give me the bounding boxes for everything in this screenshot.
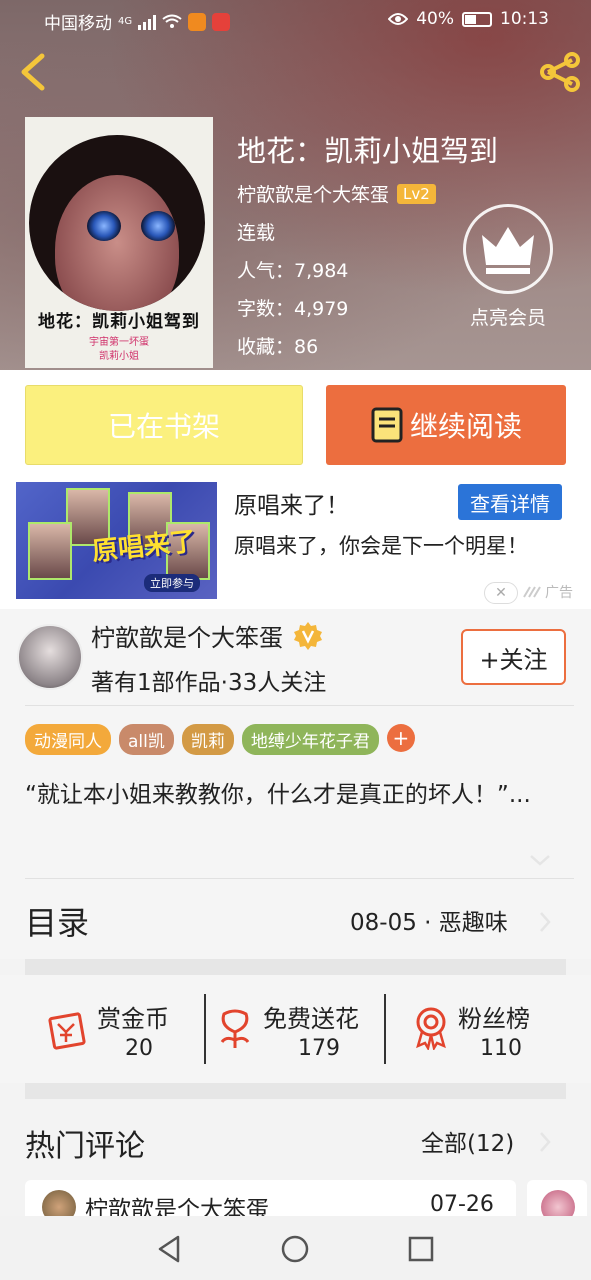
level-badge: Lv2 <box>397 183 436 204</box>
verified-v-icon <box>294 621 322 650</box>
free-flower-value: 179 <box>298 1036 340 1061</box>
book-word-count: 字数：4,979 <box>237 298 349 320</box>
comment-date: 07-26 <box>430 1192 494 1217</box>
ad-title[interactable]: 原唱来了！ <box>234 486 349 520</box>
nav-back-icon[interactable] <box>152 1232 186 1266</box>
divider <box>204 994 206 1064</box>
fan-rank-label[interactable]: 粉丝榜 <box>458 999 530 1034</box>
author-name[interactable]: 柠歆歆是个大笨蛋 <box>91 618 283 653</box>
author-name-row[interactable]: 柠歆歆是个大笨蛋 <box>91 618 323 653</box>
signal-icon <box>138 14 157 30</box>
chevron-right-icon[interactable] <box>538 910 552 934</box>
vip-button[interactable] <box>463 204 553 294</box>
ad-logo-icon <box>523 586 541 598</box>
book-favorites: 收藏：86 <box>237 336 319 358</box>
share-icon[interactable] <box>536 48 584 96</box>
cover-subtitle: 宇宙第一坏蛋 <box>89 337 149 348</box>
on-shelf-button[interactable]: 已在书架 <box>25 385 303 465</box>
tag-item[interactable]: 凯莉 <box>181 724 234 755</box>
free-flower-label[interactable]: 免费送花 <box>263 999 359 1034</box>
system-nav-bar <box>0 1216 591 1280</box>
catalog-title[interactable]: 目录 <box>25 898 89 944</box>
ad-tag: 广告 <box>545 585 573 601</box>
flower-icon[interactable] <box>212 1006 258 1052</box>
book-intro[interactable]: “就让本小姐来教教你，什么才是真正的坏人！”... <box>25 778 545 813</box>
tag-item[interactable]: 地缚少年花子君 <box>241 724 379 755</box>
network-label: 4G <box>118 16 133 27</box>
carrier-label: 中国移动 <box>44 14 112 34</box>
divider <box>384 994 386 1064</box>
video-app-icon <box>188 12 207 31</box>
battery-percent: 40% <box>416 9 454 29</box>
status-bar: 中国移动 4G 40% 10:13 <box>0 0 591 40</box>
nav-recents-icon[interactable] <box>404 1232 438 1266</box>
book-author-line[interactable]: 柠歆歆是个大笨蛋 Lv2 <box>237 180 436 207</box>
book-cover[interactable]: 地花：凯莉小姐驾到 宇宙第一坏蛋 凯莉小姐 <box>25 117 213 368</box>
chevron-right-icon[interactable] <box>538 1130 552 1154</box>
eye-icon <box>388 13 409 25</box>
cover-title: 地花：凯莉小姐驾到 <box>38 312 200 332</box>
book-author[interactable]: 柠歆歆是个大笨蛋 <box>237 180 389 207</box>
book-title: 地花：凯莉小姐驾到 <box>237 134 499 168</box>
ad-description[interactable]: 原唱来了，你会是下一个明星！ <box>234 530 544 562</box>
book-status: 连载 <box>237 222 276 244</box>
ad-image-cta: 立即参与 <box>144 574 200 592</box>
close-icon[interactable]: ✕ <box>484 582 518 604</box>
follow-button[interactable]: +关注 <box>461 629 566 685</box>
ad-image[interactable]: 原唱来了 立即参与 <box>16 482 217 599</box>
fan-rank-value: 110 <box>480 1036 522 1061</box>
clock: 10:13 <box>500 9 549 29</box>
add-tag-button[interactable]: + <box>386 724 415 752</box>
continue-reading-button[interactable]: 继续阅读 <box>326 385 566 465</box>
section-divider <box>25 959 566 975</box>
divider <box>25 705 574 706</box>
section-divider <box>25 1083 566 1099</box>
action-bar: 已在书架 继续阅读 <box>0 370 591 476</box>
author-stats: 著有1部作品·33人关注 <box>91 670 327 696</box>
tag-item[interactable]: 动漫同人 <box>25 724 111 755</box>
book-icon <box>371 407 403 443</box>
ad-label: 广告 <box>522 580 591 604</box>
book-header: 中国移动 4G 40% 10:13 地花：凯莉小姐驾到 宇宙第一坏蛋 凯莉小姐 … <box>0 0 591 370</box>
nav-home-icon[interactable] <box>278 1232 312 1266</box>
avatar[interactable] <box>17 624 83 690</box>
hot-comments-title: 热门评论 <box>25 1129 145 1164</box>
music-app-icon <box>212 12 231 31</box>
tag-list: 动漫同人 all凯 凯莉 地缚少年花子君 + <box>25 724 415 755</box>
coin-reward-value: 20 <box>125 1036 153 1061</box>
chevron-down-icon[interactable] <box>528 852 552 868</box>
ad-detail-button[interactable]: 查看详情 <box>458 484 562 520</box>
latest-chapter[interactable]: 08-05 · 恶趣味 <box>350 903 508 937</box>
vip-label[interactable]: 点亮会员 <box>458 303 558 330</box>
book-popularity: 人气：7,984 <box>237 260 349 282</box>
coin-reward-label[interactable]: 赏金币 <box>97 999 169 1034</box>
all-comments-link[interactable]: 全部(12) <box>421 1124 514 1158</box>
red-envelope-icon[interactable] <box>46 1006 92 1052</box>
back-arrow-icon[interactable] <box>14 50 54 94</box>
medal-icon[interactable] <box>408 1004 454 1050</box>
wifi-icon <box>162 14 182 28</box>
crown-icon <box>482 227 534 274</box>
continue-reading-label: 继续阅读 <box>409 410 522 443</box>
cover-subtitle-2: 凯莉小姐 <box>99 351 139 362</box>
cover-art <box>29 135 205 311</box>
battery-icon <box>462 11 492 27</box>
tag-item[interactable]: all凯 <box>119 724 174 755</box>
